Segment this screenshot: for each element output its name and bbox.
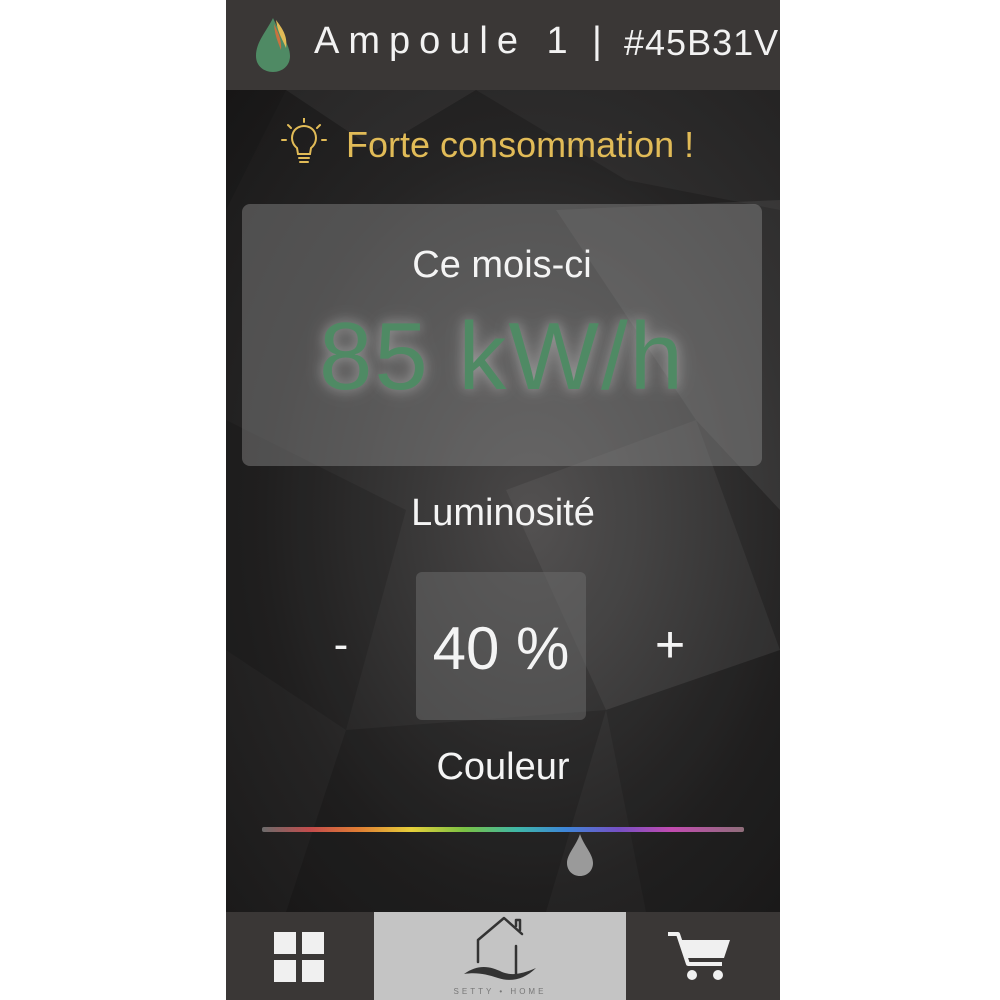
brightness-value-box: 40 % [416,572,586,720]
nav-dashboard-button[interactable] [226,912,374,1000]
consumption-value: 85 kW/h [318,303,686,410]
droplet-icon[interactable] [564,832,596,878]
app-header: Ampoule 1 | #45B31V [226,0,780,90]
house-icon [464,916,536,980]
brightness-label: Luminosité [411,492,595,534]
consumption-alert: Forte consommation ! [346,124,695,165]
leaf-flame-logo-icon [256,18,290,72]
title-separator: | [592,20,602,62]
color-slider-track[interactable] [262,827,744,832]
brand-caption: SETTY • HOME [453,987,547,996]
brightness-decrease-button[interactable]: - [316,612,366,678]
consumption-panel: Ce mois-ci 85 kW/h [242,204,762,466]
nav-shop-button[interactable] [626,912,780,1000]
bottom-nav: SETTY • HOME [226,912,780,1000]
app-screen: Ampoule 1 | #45B31V Forte consommation !… [226,0,780,1000]
device-name: Ampoule 1 [314,20,577,62]
grid-icon [274,932,324,982]
lightbulb-icon [281,118,327,163]
brightness-increase-button[interactable]: + [644,612,696,678]
device-id: #45B31V [624,22,780,63]
color-label: Couleur [436,746,570,788]
cart-icon [668,932,730,980]
nav-home-button[interactable]: SETTY • HOME [374,912,626,1000]
brightness-value: 40 % [432,615,570,682]
consumption-period-label: Ce mois-ci [412,244,592,286]
